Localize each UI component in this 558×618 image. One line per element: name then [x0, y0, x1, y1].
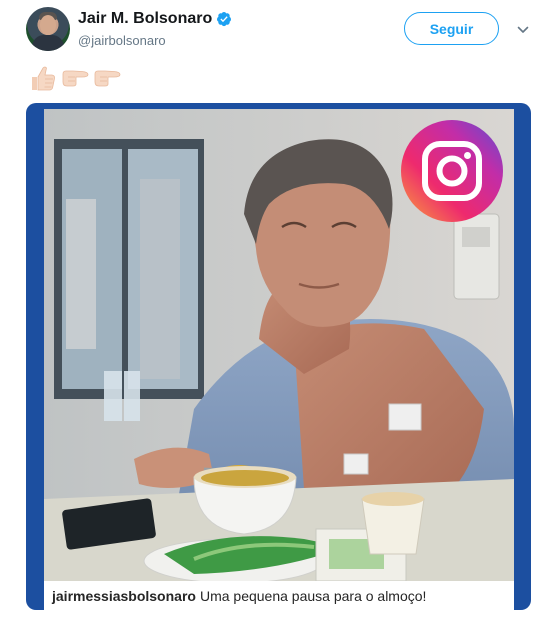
tweet-header: Jair M. Bolsonaro @jairbolsonaro Seguir: [26, 7, 536, 55]
avatar[interactable]: [26, 7, 70, 51]
author-handle[interactable]: @jairbolsonaro: [78, 33, 232, 48]
pointing-right-icon: [62, 70, 89, 87]
hospital-lunch-photo[interactable]: [44, 109, 514, 581]
tweet-text-emojis: [28, 64, 122, 92]
avatar-suit: [32, 35, 64, 51]
caption-username: jairmessiasbolsonaro: [52, 587, 196, 604]
display-name[interactable]: Jair M. Bolsonaro: [78, 10, 212, 28]
chevron-down-icon[interactable]: [516, 23, 530, 37]
author-info[interactable]: Jair M. Bolsonaro @jairbolsonaro: [78, 9, 232, 48]
caption-text: Uma pequena pausa para o almoço!: [199, 587, 427, 604]
name-row: Jair M. Bolsonaro: [78, 9, 232, 29]
pointing-right-icon: [94, 70, 121, 87]
instagram-icon: [401, 120, 503, 222]
follow-button[interactable]: Seguir: [404, 12, 499, 45]
photo-caption: jairmessiasbolsonaro Uma pequena pausa p…: [44, 581, 514, 610]
thumbs-up-icon: [32, 66, 55, 91]
tweet: Jair M. Bolsonaro @jairbolsonaro Seguir: [0, 0, 558, 618]
media-card[interactable]: jairmessiasbolsonaro Uma pequena pausa p…: [26, 103, 531, 610]
verified-badge-icon: [217, 12, 232, 27]
avatar-face: [40, 15, 56, 35]
